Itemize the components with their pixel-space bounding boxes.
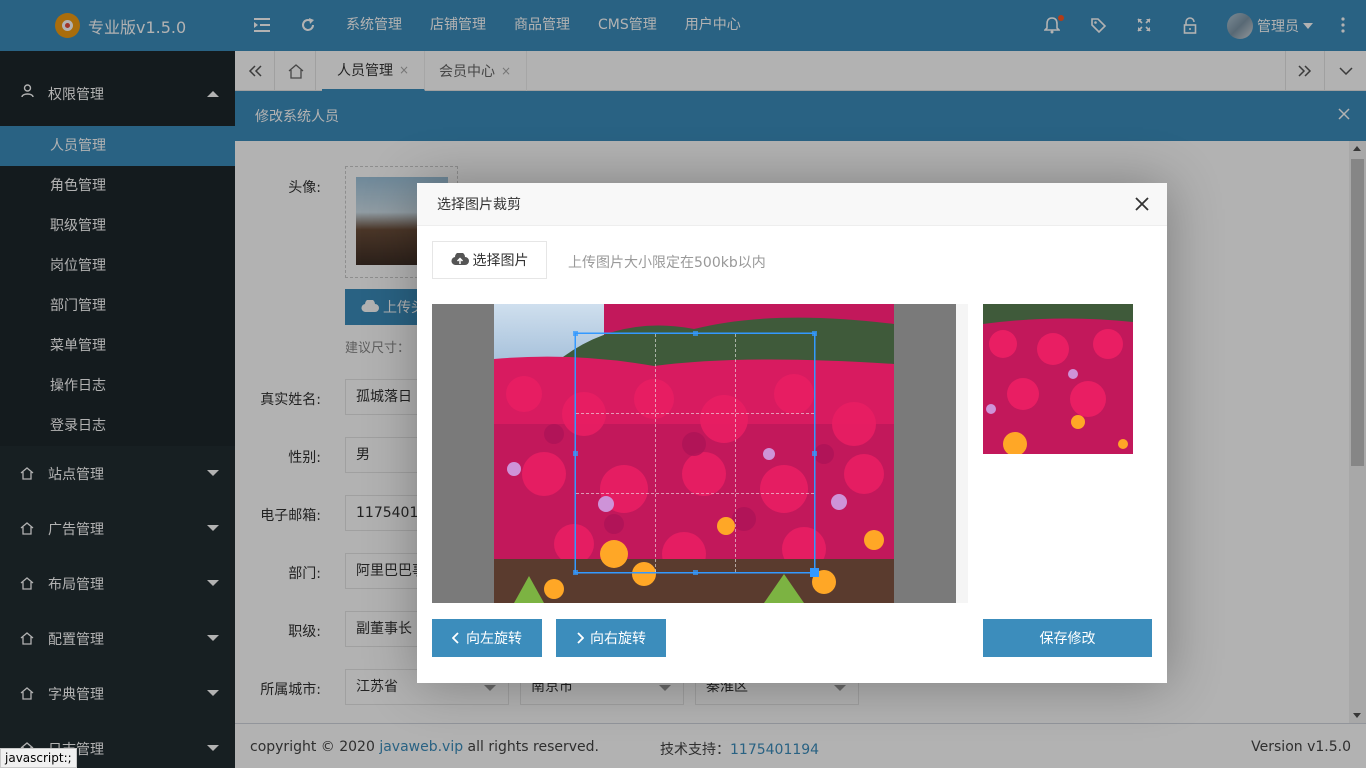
save-button[interactable]: 保存修改 <box>983 619 1152 657</box>
crop-guide <box>655 334 657 572</box>
crop-handle[interactable] <box>693 570 698 575</box>
crop-selection-box[interactable] <box>573 331 819 577</box>
crop-dialog: 选择图片裁剪 选择图片 上传图片大小限定在500kb以内 向左旋转 向右旋转 保… <box>417 183 1167 683</box>
choose-label: 选择图片 <box>472 253 529 269</box>
crop-handle[interactable] <box>573 570 578 575</box>
rotate-left-label: 向左旋转 <box>466 631 522 647</box>
save-label: 保存修改 <box>1039 631 1096 647</box>
dialog-title: 选择图片裁剪 <box>437 197 521 213</box>
choose-image-button[interactable]: 选择图片 <box>432 241 547 279</box>
crop-preview-image <box>983 304 1133 454</box>
crop-guide <box>734 334 736 572</box>
crop-resize-handle[interactable] <box>810 568 819 577</box>
crop-handle[interactable] <box>812 331 817 336</box>
dialog-header: 选择图片裁剪 <box>417 183 1167 226</box>
crop-preview <box>983 304 1133 454</box>
close-icon[interactable] <box>1134 196 1150 212</box>
browser-status-bar: javascript:; <box>0 748 77 768</box>
crop-handle[interactable] <box>573 331 578 336</box>
rotate-right-label: 向右旋转 <box>590 631 646 647</box>
crop-guide <box>576 413 814 415</box>
crop-handle[interactable] <box>812 451 817 456</box>
rotate-left-button[interactable]: 向左旋转 <box>432 619 542 657</box>
rotate-right-button[interactable]: 向右旋转 <box>556 619 666 657</box>
crop-canvas[interactable] <box>432 304 956 603</box>
upload-size-hint: 上传图片大小限定在500kb以内 <box>568 255 766 271</box>
crop-handle[interactable] <box>693 331 698 336</box>
crop-guide <box>576 492 814 494</box>
crop-handle[interactable] <box>573 451 578 456</box>
preview-divider <box>956 304 968 603</box>
